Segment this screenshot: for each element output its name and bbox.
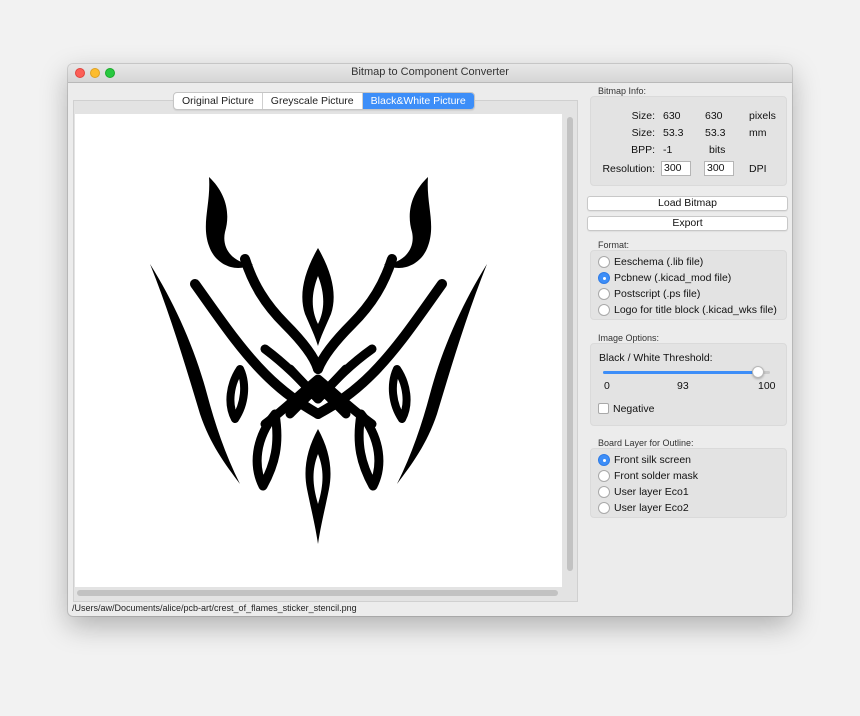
layer-option-front-solder-mask[interactable]: Front solder mask — [598, 469, 698, 483]
tab-greyscale-picture[interactable]: Greyscale Picture — [263, 93, 363, 109]
bpp-label: BPP: — [631, 144, 655, 156]
resolution-x-input[interactable]: 300 — [661, 161, 691, 176]
bpp-unit: bits — [709, 144, 726, 156]
format-option-label: Eeschema (.lib file) — [614, 256, 704, 268]
board-layer-heading: Board Layer for Outline: — [598, 438, 694, 448]
size-mm-label: Size: — [631, 127, 655, 139]
status-file-path: /Users/aw/Documents/alice/pcb-art/crest_… — [72, 603, 357, 613]
size-label: Size: — [631, 110, 655, 122]
horizontal-scroll-thumb[interactable] — [77, 590, 558, 596]
radio-unselected-icon[interactable] — [598, 256, 610, 268]
size-mm-height: 53.3 — [705, 127, 726, 139]
layer-option-eco2[interactable]: User layer Eco2 — [598, 501, 689, 515]
bpp-value: -1 — [663, 144, 673, 156]
radio-unselected-icon[interactable] — [598, 470, 610, 482]
tab-original-picture[interactable]: Original Picture — [174, 93, 263, 109]
resolution-y-input[interactable]: 300 — [704, 161, 734, 176]
threshold-max: 100 — [758, 380, 776, 392]
format-option-postscript[interactable]: Postscript (.ps file) — [598, 287, 700, 301]
negative-label: Negative — [613, 403, 655, 415]
picture-tab-bar: Original Picture Greyscale Picture Black… — [173, 92, 475, 110]
tab-black-white-picture[interactable]: Black&White Picture — [362, 93, 474, 109]
size-px-width: 630 — [663, 110, 681, 122]
vertical-scroll-thumb[interactable] — [567, 117, 573, 571]
export-button[interactable]: Export — [587, 216, 788, 231]
layer-option-label: Front silk screen — [614, 454, 692, 466]
image-options-heading: Image Options: — [598, 333, 660, 343]
layer-option-eco1[interactable]: User layer Eco1 — [598, 485, 689, 499]
preview-horizontal-scrollbar[interactable] — [76, 588, 562, 597]
format-option-label: Postscript (.ps file) — [614, 288, 701, 300]
layer-option-front-silk[interactable]: Front silk screen — [598, 453, 691, 467]
format-heading: Format: — [598, 240, 630, 250]
threshold-label: Black / White Threshold: — [599, 352, 713, 364]
size-px-height: 630 — [705, 110, 723, 122]
threshold-slider-fill — [603, 371, 758, 374]
threshold-value: 93 — [677, 380, 689, 392]
threshold-slider-knob[interactable] — [752, 366, 764, 378]
radio-unselected-icon[interactable] — [598, 288, 610, 300]
threshold-min: 0 — [604, 380, 610, 392]
radio-unselected-icon[interactable] — [598, 502, 610, 514]
radio-unselected-icon[interactable] — [598, 486, 610, 498]
title-bar[interactable]: Bitmap to Component Converter — [68, 64, 792, 83]
window-title: Bitmap to Component Converter — [351, 66, 509, 78]
radio-selected-icon[interactable] — [598, 454, 610, 466]
format-option-pcbnew[interactable]: Pcbnew (.kicad_mod file) — [598, 271, 731, 285]
layer-option-label: Front solder mask — [614, 470, 699, 482]
size-mm-width: 53.3 — [663, 127, 684, 139]
bitmap-preview — [75, 114, 562, 587]
layer-option-label: User layer Eco1 — [614, 486, 689, 498]
preview-vertical-scrollbar[interactable] — [565, 115, 574, 586]
threshold-slider[interactable] — [603, 366, 770, 378]
format-option-eeschema[interactable]: Eeschema (.lib file) — [598, 255, 703, 269]
size-mm-unit: mm — [749, 127, 767, 139]
format-option-label: Pcbnew (.kicad_mod file) — [614, 272, 732, 284]
size-px-unit: pixels — [749, 110, 776, 122]
bitmap-info-heading: Bitmap Info: — [598, 86, 647, 96]
negative-checkbox[interactable] — [598, 403, 609, 414]
crest-of-flames-image — [150, 177, 487, 544]
app-window: Bitmap to Component Converter Original P… — [68, 64, 792, 616]
resolution-unit: DPI — [749, 163, 767, 175]
layer-option-label: User layer Eco2 — [614, 502, 689, 514]
load-bitmap-button[interactable]: Load Bitmap — [587, 196, 788, 211]
format-option-logo[interactable]: Logo for title block (.kicad_wks file) — [598, 303, 777, 317]
radio-selected-icon[interactable] — [598, 272, 610, 284]
radio-unselected-icon[interactable] — [598, 304, 610, 316]
resolution-label: Resolution: — [602, 163, 655, 175]
format-option-label: Logo for title block (.kicad_wks file) — [614, 304, 777, 316]
